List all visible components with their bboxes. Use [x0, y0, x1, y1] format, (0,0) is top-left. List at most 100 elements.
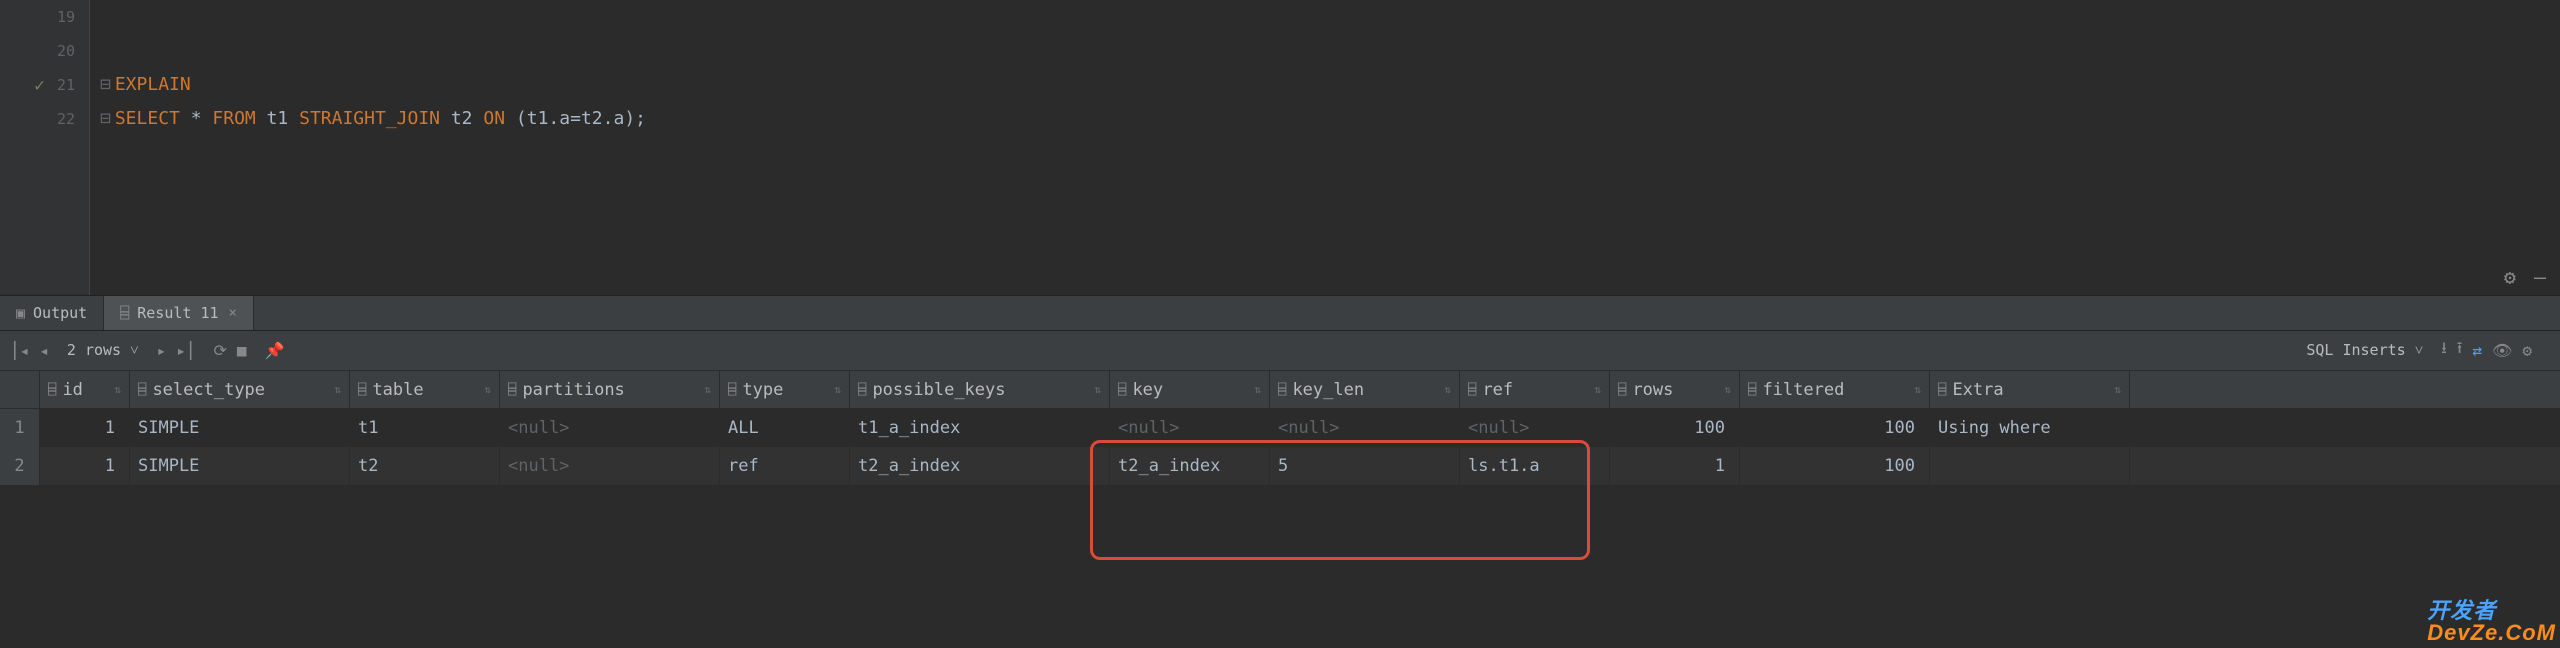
- sort-icon[interactable]: ⇅: [484, 383, 491, 396]
- column-header-partitions[interactable]: ⌸partitions⇅: [500, 371, 720, 408]
- gutter-line: 19: [0, 0, 89, 34]
- sort-icon[interactable]: ⇅: [114, 383, 121, 396]
- grid-header-row: ⌸id⇅⌸select_type⇅⌸table⇅⌸partitions⇅⌸typ…: [0, 371, 2560, 409]
- row-number: 1: [0, 409, 40, 447]
- column-header-Extra[interactable]: ⌸Extra⇅: [1930, 371, 2130, 408]
- pin-icon[interactable]: 📌: [265, 341, 285, 360]
- tab-result[interactable]: ⌸ Result 11 ×: [104, 296, 254, 330]
- cell-filtered[interactable]: 100: [1740, 409, 1930, 447]
- editor-gutter: 1920✓2122: [0, 0, 90, 295]
- cell-rows[interactable]: 1: [1610, 447, 1740, 485]
- column-icon: ⌸: [1938, 382, 1946, 398]
- minimize-icon[interactable]: —: [2534, 265, 2546, 289]
- export-format-dropdown[interactable]: SQL Inserts ˅: [2298, 341, 2431, 360]
- cell-id[interactable]: 1: [40, 447, 130, 485]
- sort-icon[interactable]: ⇅: [1724, 383, 1731, 396]
- gutter-line: 22: [0, 102, 89, 136]
- sort-icon[interactable]: ⇅: [1914, 383, 1921, 396]
- fold-icon[interactable]: ⊟: [100, 108, 111, 129]
- cell-type[interactable]: ref: [720, 447, 850, 485]
- cell-ref[interactable]: ls.t1.a: [1460, 447, 1610, 485]
- next-page-icon[interactable]: ▸: [157, 341, 167, 360]
- cell-possible_keys[interactable]: t1_a_index: [850, 409, 1110, 447]
- stop-icon[interactable]: ■: [237, 341, 247, 360]
- code-line[interactable]: [100, 0, 2560, 34]
- editor-top-icons: ⚙ —: [2504, 265, 2546, 289]
- column-icon: ⌸: [1118, 382, 1126, 398]
- cell-key_len[interactable]: <null>: [1270, 409, 1460, 447]
- cell-filtered[interactable]: 100: [1740, 447, 1930, 485]
- column-header-ref[interactable]: ⌸ref⇅: [1460, 371, 1610, 408]
- cell-Extra[interactable]: [1930, 447, 2130, 485]
- editor-code[interactable]: ⊟EXPLAIN⊟SELECT * FROM t1 STRAIGHT_JOIN …: [90, 0, 2560, 295]
- column-icon: ⌸: [358, 382, 366, 398]
- cell-select_type[interactable]: SIMPLE: [130, 447, 350, 485]
- sort-icon[interactable]: ⇅: [704, 383, 711, 396]
- column-icon: ⌸: [1618, 382, 1626, 398]
- column-icon: ⌸: [508, 382, 516, 398]
- cell-partitions[interactable]: <null>: [500, 447, 720, 485]
- compare-icon[interactable]: ⇄: [2472, 341, 2482, 360]
- row-number: 2: [0, 447, 40, 485]
- column-header-type[interactable]: ⌸type⇅: [720, 371, 850, 408]
- column-header-id[interactable]: ⌸id⇅: [40, 371, 130, 408]
- code-line[interactable]: ⊟EXPLAIN: [100, 68, 2560, 102]
- code-line[interactable]: [100, 34, 2560, 68]
- tab-result-label: Result 11: [137, 304, 218, 322]
- column-header-filtered[interactable]: ⌸filtered⇅: [1740, 371, 1930, 408]
- sort-icon[interactable]: ⇅: [834, 383, 841, 396]
- sql-editor: 1920✓2122 ⊟EXPLAIN⊟SELECT * FROM t1 STRA…: [0, 0, 2560, 295]
- sort-icon[interactable]: ⇅: [1594, 383, 1601, 396]
- table-icon: ⌸: [120, 304, 129, 322]
- last-page-icon[interactable]: ▸⎮: [176, 341, 195, 360]
- cell-Extra[interactable]: Using where: [1930, 409, 2130, 447]
- prev-page-icon[interactable]: ◂: [39, 341, 49, 360]
- sort-icon[interactable]: ⇅: [2114, 383, 2121, 396]
- close-icon[interactable]: ×: [229, 305, 237, 321]
- table-row[interactable]: 11SIMPLEt1<null>ALLt1_a_index<null><null…: [0, 409, 2560, 447]
- column-header-select_type[interactable]: ⌸select_type⇅: [130, 371, 350, 408]
- upload-icon[interactable]: ⭱: [2457, 337, 2463, 364]
- column-header-key_len[interactable]: ⌸key_len⇅: [1270, 371, 1460, 408]
- sort-icon[interactable]: ⇅: [1254, 383, 1261, 396]
- cell-type[interactable]: ALL: [720, 409, 850, 447]
- cell-key[interactable]: t2_a_index: [1110, 447, 1270, 485]
- column-header-key[interactable]: ⌸key⇅: [1110, 371, 1270, 408]
- eye-icon[interactable]: 👁: [2492, 341, 2512, 360]
- gutter-line: 20: [0, 34, 89, 68]
- column-icon: ⌸: [728, 382, 736, 398]
- gear-icon[interactable]: ⚙: [2504, 265, 2516, 289]
- fold-icon[interactable]: ⊟: [100, 74, 111, 95]
- cell-possible_keys[interactable]: t2_a_index: [850, 447, 1110, 485]
- result-tab-bar: ▣ Output ⌸ Result 11 ×: [0, 295, 2560, 331]
- sort-icon[interactable]: ⇅: [1444, 383, 1451, 396]
- grid-body: 11SIMPLEt1<null>ALLt1_a_index<null><null…: [0, 409, 2560, 485]
- column-icon: ⌸: [858, 382, 866, 398]
- rows-count[interactable]: 2 rows ˅: [59, 341, 147, 360]
- column-header-rows[interactable]: ⌸rows⇅: [1610, 371, 1740, 408]
- chevron-down-icon: ˅: [2415, 341, 2423, 359]
- sort-icon[interactable]: ⇅: [1094, 383, 1101, 396]
- gear-icon[interactable]: ⚙: [2522, 341, 2532, 360]
- column-header-possible_keys[interactable]: ⌸possible_keys⇅: [850, 371, 1110, 408]
- cell-rows[interactable]: 100: [1610, 409, 1740, 447]
- tab-output[interactable]: ▣ Output: [0, 296, 104, 330]
- first-page-icon[interactable]: ⎮◂: [10, 341, 29, 360]
- cell-id[interactable]: 1: [40, 409, 130, 447]
- table-row[interactable]: 21SIMPLEt2<null>reft2_a_indext2_a_index5…: [0, 447, 2560, 485]
- cell-key[interactable]: <null>: [1110, 409, 1270, 447]
- cell-select_type[interactable]: SIMPLE: [130, 409, 350, 447]
- sort-icon[interactable]: ⇅: [334, 383, 341, 396]
- cell-key_len[interactable]: 5: [1270, 447, 1460, 485]
- cell-ref[interactable]: <null>: [1460, 409, 1610, 447]
- refresh-icon[interactable]: ⟳: [214, 341, 227, 360]
- code-line[interactable]: ⊟SELECT * FROM t1 STRAIGHT_JOIN t2 ON (t…: [100, 102, 2560, 136]
- cell-table[interactable]: t2: [350, 447, 500, 485]
- download-icon[interactable]: ⭳: [2441, 337, 2447, 364]
- cell-partitions[interactable]: <null>: [500, 409, 720, 447]
- cell-table[interactable]: t1: [350, 409, 500, 447]
- result-grid: ⌸id⇅⌸select_type⇅⌸table⇅⌸partitions⇅⌸typ…: [0, 371, 2560, 485]
- column-header-table[interactable]: ⌸table⇅: [350, 371, 500, 408]
- check-icon: ✓: [34, 75, 45, 96]
- output-icon: ▣: [16, 304, 25, 322]
